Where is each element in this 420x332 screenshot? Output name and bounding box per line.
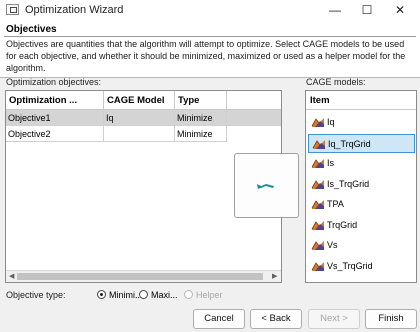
table-row[interactable]: Objective1 Iq Minimize bbox=[6, 110, 281, 126]
list-item-label: Is bbox=[327, 158, 335, 168]
table-row[interactable]: Objective2 Minimize bbox=[6, 126, 281, 142]
scroll-left-icon[interactable]: ◀ bbox=[9, 272, 14, 280]
radio-minimize-label[interactable]: Minimi... bbox=[109, 290, 143, 300]
cell-cage-model[interactable]: Iq bbox=[104, 110, 175, 126]
cell-type[interactable]: Minimize bbox=[175, 110, 227, 126]
cell-filler bbox=[227, 126, 281, 142]
list-item-label: TPA bbox=[327, 199, 344, 209]
list-item[interactable]: Is_TrqGrid bbox=[308, 175, 415, 194]
arrow-left-icon bbox=[257, 184, 274, 189]
cell-cage-model[interactable] bbox=[104, 126, 175, 142]
maximize-button[interactable]: ☐ bbox=[350, 0, 384, 20]
radio-helper bbox=[184, 290, 193, 299]
window-title: Optimization Wizard bbox=[25, 4, 124, 16]
list-item[interactable]: Is bbox=[308, 154, 415, 173]
back-button[interactable]: < Back bbox=[250, 309, 302, 329]
model-icon bbox=[311, 179, 324, 189]
model-icon bbox=[312, 139, 325, 149]
cell-objective-name[interactable]: Objective2 bbox=[6, 126, 104, 142]
horizontal-scrollbar[interactable]: ◀ ▶ bbox=[6, 270, 281, 282]
cell-objective-name[interactable]: Objective1 bbox=[6, 110, 104, 126]
list-item-label: Iq bbox=[327, 117, 335, 127]
cell-filler bbox=[227, 110, 281, 126]
column-header-filler bbox=[227, 91, 281, 110]
model-icon bbox=[311, 118, 324, 127]
model-icon bbox=[311, 200, 324, 209]
list-item[interactable]: Vs_TrqGrid bbox=[308, 257, 415, 276]
radio-maximize[interactable] bbox=[139, 290, 148, 299]
column-header-model[interactable]: CAGE Model bbox=[104, 91, 175, 110]
models-list[interactable]: Item Iq Iq_TrqGrid Is Is_TrqGrid TPA TrqGrid V… bbox=[305, 90, 417, 283]
model-icon bbox=[311, 220, 324, 230]
column-header-type[interactable]: Type bbox=[175, 91, 227, 110]
list-item-label: Vs_TrqGrid bbox=[327, 260, 373, 271]
radio-minimize[interactable] bbox=[97, 290, 106, 299]
objectives-label: Optimization objectives: bbox=[6, 77, 102, 87]
app-window-icon bbox=[6, 4, 19, 15]
cell-type[interactable]: Minimize bbox=[175, 126, 227, 142]
list-item-label: Vs bbox=[327, 240, 338, 250]
list-item[interactable]: Iq_TrqGrid bbox=[308, 133, 415, 153]
list-item-label: Iq_TrqGrid bbox=[328, 138, 371, 149]
scrollbar-thumb[interactable] bbox=[17, 273, 263, 280]
close-button[interactable]: ✕ bbox=[383, 0, 417, 20]
models-label: CAGE models: bbox=[306, 77, 366, 87]
finish-button[interactable]: Finish bbox=[365, 309, 417, 329]
cancel-button[interactable]: Cancel bbox=[193, 309, 245, 329]
column-header-name[interactable]: Optimization ... bbox=[6, 91, 104, 110]
page-title: Objectives bbox=[6, 24, 57, 35]
list-item-label: TrqGrid bbox=[327, 219, 358, 230]
model-icon bbox=[311, 241, 324, 250]
assign-model-button[interactable] bbox=[234, 153, 299, 218]
next-button[interactable]: Next > bbox=[308, 309, 360, 329]
scroll-right-icon[interactable]: ▶ bbox=[272, 272, 277, 280]
list-item[interactable]: TrqGrid bbox=[308, 216, 415, 235]
model-icon bbox=[311, 261, 324, 271]
list-item[interactable]: TPA bbox=[308, 195, 415, 214]
list-item[interactable]: Vs bbox=[308, 236, 415, 255]
header-divider bbox=[4, 36, 416, 37]
list-item-label: Is_TrqGrid bbox=[327, 178, 370, 189]
list-header-item: Item bbox=[306, 91, 416, 110]
objective-type-label: Objective type: bbox=[6, 290, 66, 300]
radio-helper-label: Helper bbox=[196, 290, 223, 300]
minimize-button[interactable]: — bbox=[318, 0, 352, 20]
model-icon bbox=[311, 159, 324, 168]
radio-maximize-label[interactable]: Maxi... bbox=[151, 290, 178, 300]
list-item[interactable]: Iq bbox=[308, 113, 415, 132]
page-description: Objectives are quantities that the algor… bbox=[6, 39, 406, 73]
